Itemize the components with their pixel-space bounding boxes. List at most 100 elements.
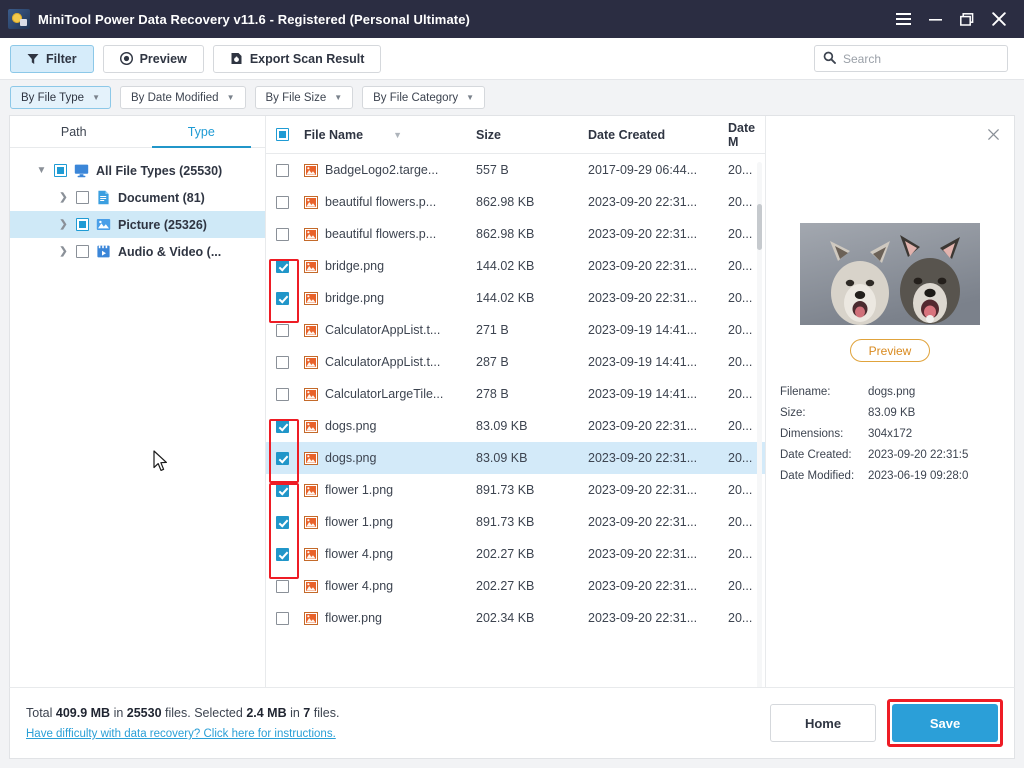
close-preview-icon[interactable] bbox=[984, 125, 1002, 143]
help-link[interactable]: Have difficulty with data recovery? Clic… bbox=[26, 728, 339, 740]
row-checkbox[interactable] bbox=[276, 579, 289, 593]
file-name-label: beautiful flowers.p... bbox=[325, 195, 437, 209]
file-name-cell: flower 1.png bbox=[304, 483, 476, 497]
file-list-body[interactable]: BadgeLogo2.targe... 557 B 2017-09-29 06:44… bbox=[266, 154, 765, 687]
column-header-size[interactable]: Size bbox=[476, 128, 588, 142]
table-row[interactable]: bridge.png 144.02 KB 2023-09-20 22:31... 20… bbox=[266, 250, 765, 282]
chevron-right-icon[interactable]: ❯ bbox=[58, 219, 69, 230]
minimize-button[interactable] bbox=[920, 5, 950, 33]
tree-item-document[interactable]: ❯ Document (81) bbox=[10, 184, 265, 211]
metadata-value: 83.09 KB bbox=[868, 407, 916, 419]
table-row[interactable]: flower.png 202.34 KB 2023-09-20 22:31... 20… bbox=[266, 602, 765, 634]
preview-open-button[interactable]: Preview bbox=[850, 339, 930, 362]
metadata-label: Filename: bbox=[780, 386, 831, 398]
date-created-cell: 2023-09-19 14:41... bbox=[588, 387, 698, 401]
row-checkbox-cell bbox=[276, 579, 304, 593]
row-checkbox[interactable] bbox=[276, 547, 289, 561]
filter-by-date-modified[interactable]: By Date Modified ▼ bbox=[120, 86, 246, 109]
restore-button[interactable] bbox=[952, 5, 982, 33]
row-checkbox[interactable] bbox=[276, 195, 289, 209]
row-checkbox[interactable] bbox=[276, 163, 289, 177]
date-created-cell: 2023-09-20 22:31... bbox=[588, 515, 698, 529]
tree-checkbox[interactable] bbox=[76, 218, 89, 231]
select-all-cell bbox=[276, 128, 304, 141]
table-row[interactable]: flower 4.png 202.27 KB 2023-09-20 22:31...… bbox=[266, 538, 765, 570]
file-size-cell: 287 B bbox=[476, 355, 509, 369]
table-row[interactable]: bridge.png 144.02 KB 2023-09-20 22:31... 20… bbox=[266, 282, 765, 314]
search-input[interactable] bbox=[843, 51, 999, 66]
file-list-scrollbar[interactable] bbox=[757, 162, 762, 687]
table-row[interactable]: beautiful flowers.p... 862.98 KB 2023-09-2… bbox=[266, 218, 765, 250]
table-row[interactable]: flower 4.png 202.27 KB 2023-09-20 22:31...… bbox=[266, 570, 765, 602]
filter-by-file-type[interactable]: By File Type ▼ bbox=[10, 86, 111, 109]
table-row[interactable]: beautiful flowers.p... 862.98 KB 2023-09-2… bbox=[266, 186, 765, 218]
tab-type-label: Type bbox=[187, 124, 215, 139]
date-created-cell: 2023-09-20 22:31... bbox=[588, 195, 698, 209]
preview-eye-icon bbox=[119, 52, 133, 65]
filter-button[interactable]: Filter bbox=[10, 44, 94, 73]
file-size-cell: 278 B bbox=[476, 387, 509, 401]
funnel-icon bbox=[27, 53, 39, 65]
image-file-icon bbox=[304, 483, 318, 497]
table-row[interactable]: BadgeLogo2.targe... 557 B 2017-09-29 06:44… bbox=[266, 154, 765, 186]
tree-checkbox[interactable] bbox=[76, 245, 89, 258]
table-row[interactable]: CalculatorAppList.t... 287 B 2023-09-19 14… bbox=[266, 346, 765, 378]
file-name-cell: bridge.png bbox=[304, 291, 476, 305]
filter-by-file-category[interactable]: By File Category ▼ bbox=[362, 86, 486, 109]
menu-button[interactable] bbox=[888, 5, 918, 33]
file-size-cell: 862.98 KB bbox=[476, 227, 535, 241]
search-box[interactable] bbox=[814, 45, 1008, 72]
date-created-cell: 2023-09-19 14:41... bbox=[588, 355, 698, 369]
file-name-label: flower 1.png bbox=[325, 483, 394, 497]
chevron-right-icon[interactable]: ❯ bbox=[58, 246, 69, 257]
tab-path[interactable]: Path bbox=[10, 116, 138, 147]
preview-pane: Preview Filename: dogs.png Size: 83.09 KB Di… bbox=[766, 116, 1014, 687]
chevron-down-icon: ▼ bbox=[334, 92, 343, 102]
row-checkbox[interactable] bbox=[276, 419, 289, 433]
file-size-cell: 83.09 KB bbox=[476, 419, 528, 433]
select-all-checkbox[interactable] bbox=[276, 128, 289, 141]
filter-by-file-size[interactable]: By File Size ▼ bbox=[254, 86, 354, 109]
tree-checkbox[interactable] bbox=[54, 164, 67, 177]
row-checkbox[interactable] bbox=[276, 291, 289, 305]
row-checkbox[interactable] bbox=[276, 323, 289, 337]
row-checkbox-cell bbox=[276, 419, 304, 433]
column-header-date-created[interactable]: Date Created bbox=[588, 128, 728, 142]
file-list-scrollbar-thumb[interactable] bbox=[757, 204, 762, 250]
table-row[interactable]: flower 1.png 891.73 KB 2023-09-20 22:31...… bbox=[266, 474, 765, 506]
table-row[interactable]: dogs.png 83.09 KB 2023-09-20 22:31... 20... bbox=[266, 442, 765, 474]
home-button[interactable]: Home bbox=[770, 704, 876, 742]
row-checkbox[interactable] bbox=[276, 355, 289, 369]
row-checkbox[interactable] bbox=[276, 227, 289, 241]
tree-item-all-file-types[interactable]: ▼ All File Types (25530) bbox=[10, 157, 265, 184]
row-checkbox[interactable] bbox=[276, 387, 289, 401]
table-row[interactable]: flower 1.png 891.73 KB 2023-09-20 22:31...… bbox=[266, 506, 765, 538]
row-checkbox[interactable] bbox=[276, 259, 289, 273]
file-name-label: flower 1.png bbox=[325, 515, 394, 529]
image-file-icon bbox=[304, 259, 318, 273]
tree-item-picture[interactable]: ❯ Picture (25326) bbox=[10, 211, 265, 238]
table-row[interactable]: dogs.png 83.09 KB 2023-09-20 22:31... 20... bbox=[266, 410, 765, 442]
export-scan-result-button[interactable]: Export Scan Result bbox=[212, 44, 382, 73]
column-header-file-name[interactable]: File Name ▼ bbox=[304, 128, 476, 142]
row-checkbox[interactable] bbox=[276, 515, 289, 529]
tree-checkbox[interactable] bbox=[76, 191, 89, 204]
tab-type[interactable]: Type bbox=[138, 116, 266, 148]
file-name-label: flower 4.png bbox=[325, 547, 394, 561]
row-checkbox[interactable] bbox=[276, 451, 289, 465]
chevron-down-icon[interactable]: ▼ bbox=[36, 165, 47, 176]
file-name-label: flower 4.png bbox=[325, 579, 394, 593]
total-suffix: files. Selected bbox=[161, 706, 247, 720]
table-row[interactable]: CalculatorLargeTile... 278 B 2023-09-19 14… bbox=[266, 378, 765, 410]
table-row[interactable]: CalculatorAppList.t... 271 B 2023-09-19 14… bbox=[266, 314, 765, 346]
preview-thumbnail[interactable] bbox=[800, 223, 980, 325]
chevron-right-icon[interactable]: ❯ bbox=[58, 192, 69, 203]
save-button[interactable]: Save bbox=[892, 704, 998, 742]
close-button[interactable] bbox=[984, 5, 1014, 33]
filter-bar: By File Type ▼ By Date Modified ▼ By Fil… bbox=[0, 80, 1024, 115]
preview-button[interactable]: Preview bbox=[102, 44, 204, 73]
tree-item-audio-video[interactable]: ❯ Audio & Video (... bbox=[10, 238, 265, 265]
row-checkbox[interactable] bbox=[276, 483, 289, 497]
column-header-date-modified[interactable]: Date M bbox=[728, 121, 765, 149]
row-checkbox[interactable] bbox=[276, 611, 289, 625]
